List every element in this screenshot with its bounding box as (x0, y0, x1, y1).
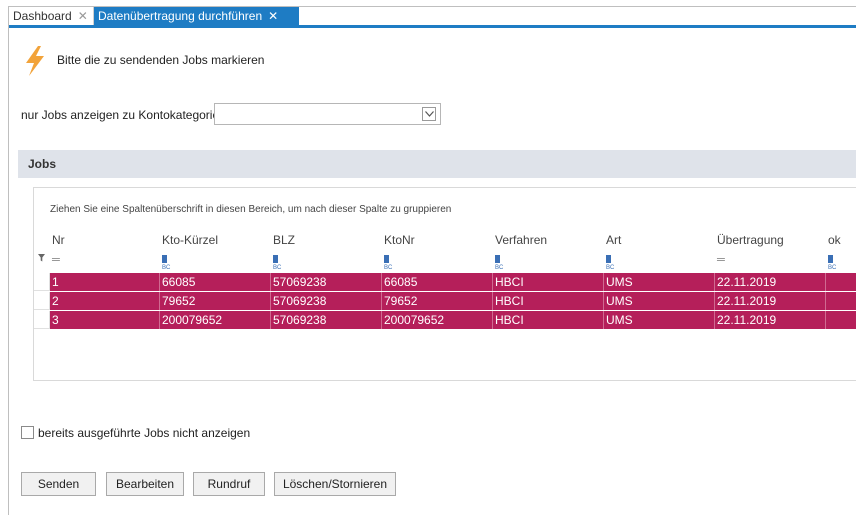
send-button[interactable]: Senden (21, 472, 96, 496)
tab-datenuebertragung-label: Datenübertragung durchführen (98, 9, 263, 23)
filter-label: nur Jobs anzeigen zu Kontokategorie (21, 108, 220, 122)
column-header-uebertragung[interactable]: Übertragung (717, 233, 784, 247)
cell-art: UMS (606, 313, 633, 327)
cell-nr: 2 (52, 294, 59, 308)
column-header-art[interactable]: Art (606, 233, 621, 247)
column-header-nr[interactable]: Nr (52, 233, 65, 247)
lightning-icon (26, 46, 44, 76)
column-header-kto-kuerzel[interactable]: Kto-Kürzel (162, 233, 218, 247)
cell-nr: 1 (52, 275, 59, 289)
column-header-blz[interactable]: BLZ (273, 233, 295, 247)
tab-dashboard[interactable]: Dashboard ✕ (9, 7, 94, 25)
instruction-text: Bitte die zu sendenden Jobs markieren (57, 53, 265, 67)
account-category-select[interactable] (214, 103, 441, 125)
cell-ktonr: 66085 (384, 275, 418, 289)
edit-button[interactable]: Bearbeiten (106, 472, 184, 496)
row-selector[interactable] (34, 311, 50, 329)
close-icon[interactable]: ✕ (78, 7, 88, 25)
cell-ktonr: 79652 (384, 294, 418, 308)
cell-kto-kuerzel: 200079652 (162, 313, 223, 327)
cell-art: UMS (606, 294, 633, 308)
abc-filter-icon[interactable]: BC (273, 255, 286, 271)
cell-verfahren: HBCI (495, 294, 524, 308)
jobs-grid: Ziehen Sie eine Spaltenüberschrift in di… (33, 187, 856, 381)
column-header-verfahren[interactable]: Verfahren (495, 233, 547, 247)
cell-blz: 57069238 (273, 294, 327, 308)
jobs-section-title: Jobs (28, 157, 57, 171)
cell-nr: 3 (52, 313, 59, 327)
tab-dashboard-label: Dashboard (13, 9, 72, 23)
filter-row: ═ BC BC BC BC BC ═ BC (34, 251, 856, 271)
cell-kto-kuerzel: 79652 (162, 294, 196, 308)
equals-filter-icon[interactable]: ═ (52, 255, 60, 266)
table-row[interactable]: 1 66085 57069238 66085 HBCI UMS 22.11.20… (34, 273, 856, 291)
hide-executed-jobs-label[interactable]: bereits ausgeführte Jobs nicht anzeigen (38, 426, 250, 440)
app-window: Dashboard ✕ Datenübertragung durchführen ✕… (8, 6, 856, 515)
hide-executed-jobs-checkbox[interactable] (21, 426, 34, 439)
group-panel-hint[interactable]: Ziehen Sie eine Spaltenüberschrift in di… (50, 204, 451, 215)
cell-uebertragung: 22.11.2019 (717, 313, 777, 327)
cell-kto-kuerzel: 66085 (162, 275, 196, 289)
tab-bar: Dashboard ✕ Datenübertragung durchführen ✕ (9, 7, 856, 28)
close-icon[interactable]: ✕ (268, 7, 278, 25)
row-selector[interactable] (34, 292, 50, 310)
row-selector[interactable] (34, 273, 50, 291)
broadcast-button[interactable]: Rundruf (193, 472, 265, 496)
cell-uebertragung: 22.11.2019 (717, 275, 777, 289)
jobs-section-header: Jobs (18, 150, 856, 178)
abc-filter-icon[interactable]: BC (384, 255, 397, 271)
equals-filter-icon[interactable]: ═ (717, 255, 725, 266)
column-header-ok[interactable]: ok (828, 233, 841, 247)
abc-filter-icon[interactable]: BC (162, 255, 175, 271)
table-row[interactable]: 2 79652 57069238 79652 HBCI UMS 22.11.20… (34, 292, 856, 310)
tab-datenuebertragung[interactable]: Datenübertragung durchführen ✕ (94, 7, 299, 25)
cell-uebertragung: 22.11.2019 (717, 294, 777, 308)
cell-art: UMS (606, 275, 633, 289)
abc-filter-icon[interactable]: BC (828, 255, 841, 271)
chevron-down-icon[interactable] (422, 107, 436, 121)
cell-blz: 57069238 (273, 313, 327, 327)
cell-verfahren: HBCI (495, 275, 524, 289)
cell-verfahren: HBCI (495, 313, 524, 327)
cell-ktonr: 200079652 (384, 313, 445, 327)
cell-blz: 57069238 (273, 275, 327, 289)
table-row[interactable]: 3 200079652 57069238 200079652 HBCI UMS … (34, 311, 856, 329)
column-header-ktonr[interactable]: KtoNr (384, 233, 415, 247)
delete-cancel-button[interactable]: Löschen/Stornieren (274, 472, 396, 496)
abc-filter-icon[interactable]: BC (606, 255, 619, 271)
funnel-icon[interactable] (38, 254, 45, 262)
abc-filter-icon[interactable]: BC (495, 255, 508, 271)
